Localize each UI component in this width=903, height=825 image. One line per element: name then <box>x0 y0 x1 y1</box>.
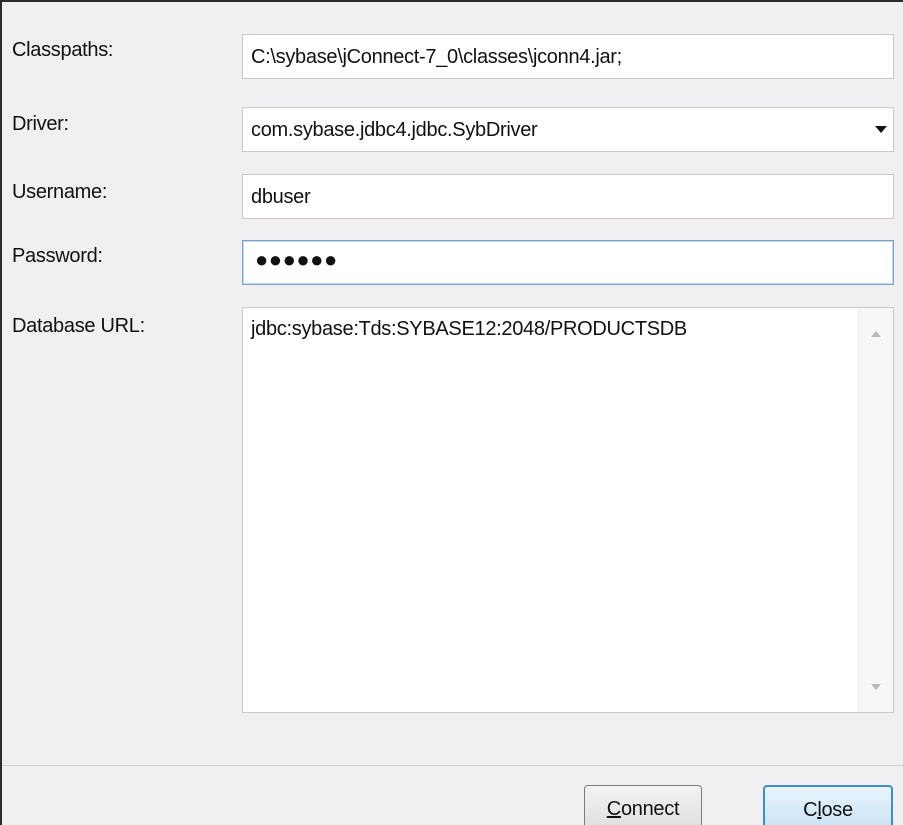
driver-value: com.sybase.jdbc4.jdbc.SybDriver <box>251 119 538 141</box>
password-masked-value: ●●●●●● <box>255 247 338 272</box>
database-url-textarea[interactable]: jdbc:sybase:Tds:SYBASE12:2048/PRODUCTSDB <box>242 307 894 713</box>
close-label-rest: ose <box>821 799 853 821</box>
close-label-pre: C <box>803 799 818 821</box>
driver-label: Driver: <box>12 113 69 135</box>
classpaths-label: Classpaths: <box>12 39 114 61</box>
close-button[interactable]: Close <box>763 785 893 825</box>
username-label: Username: <box>12 181 108 203</box>
username-input[interactable]: dbuser <box>242 174 894 219</box>
database-connection-dialog: Classpaths: C:\sybase\jConnect-7_0\class… <box>0 0 903 825</box>
chevron-down-icon[interactable] <box>875 126 887 133</box>
username-value: dbuser <box>251 186 311 208</box>
database-url-label: Database URL: <box>12 315 145 337</box>
scroll-up-arrow-icon[interactable] <box>871 331 881 337</box>
password-input[interactable]: ●●●●●● <box>242 240 894 285</box>
classpaths-input[interactable]: C:\sybase\jConnect-7_0\classes\jconn4.ja… <box>242 34 894 79</box>
connect-button[interactable]: Connect <box>584 785 702 825</box>
connect-mnemonic: C <box>606 798 621 820</box>
password-label: Password: <box>12 245 103 267</box>
connect-label-rest: onnect <box>620 798 680 820</box>
scroll-down-arrow-icon[interactable] <box>871 684 881 690</box>
driver-select[interactable]: com.sybase.jdbc4.jdbc.SybDriver <box>242 107 894 152</box>
database-url-value: jdbc:sybase:Tds:SYBASE12:2048/PRODUCTSDB <box>251 318 687 340</box>
vertical-scrollbar[interactable] <box>858 308 893 712</box>
button-bar-separator <box>2 765 903 766</box>
classpaths-value: C:\sybase\jConnect-7_0\classes\jconn4.ja… <box>251 46 622 68</box>
